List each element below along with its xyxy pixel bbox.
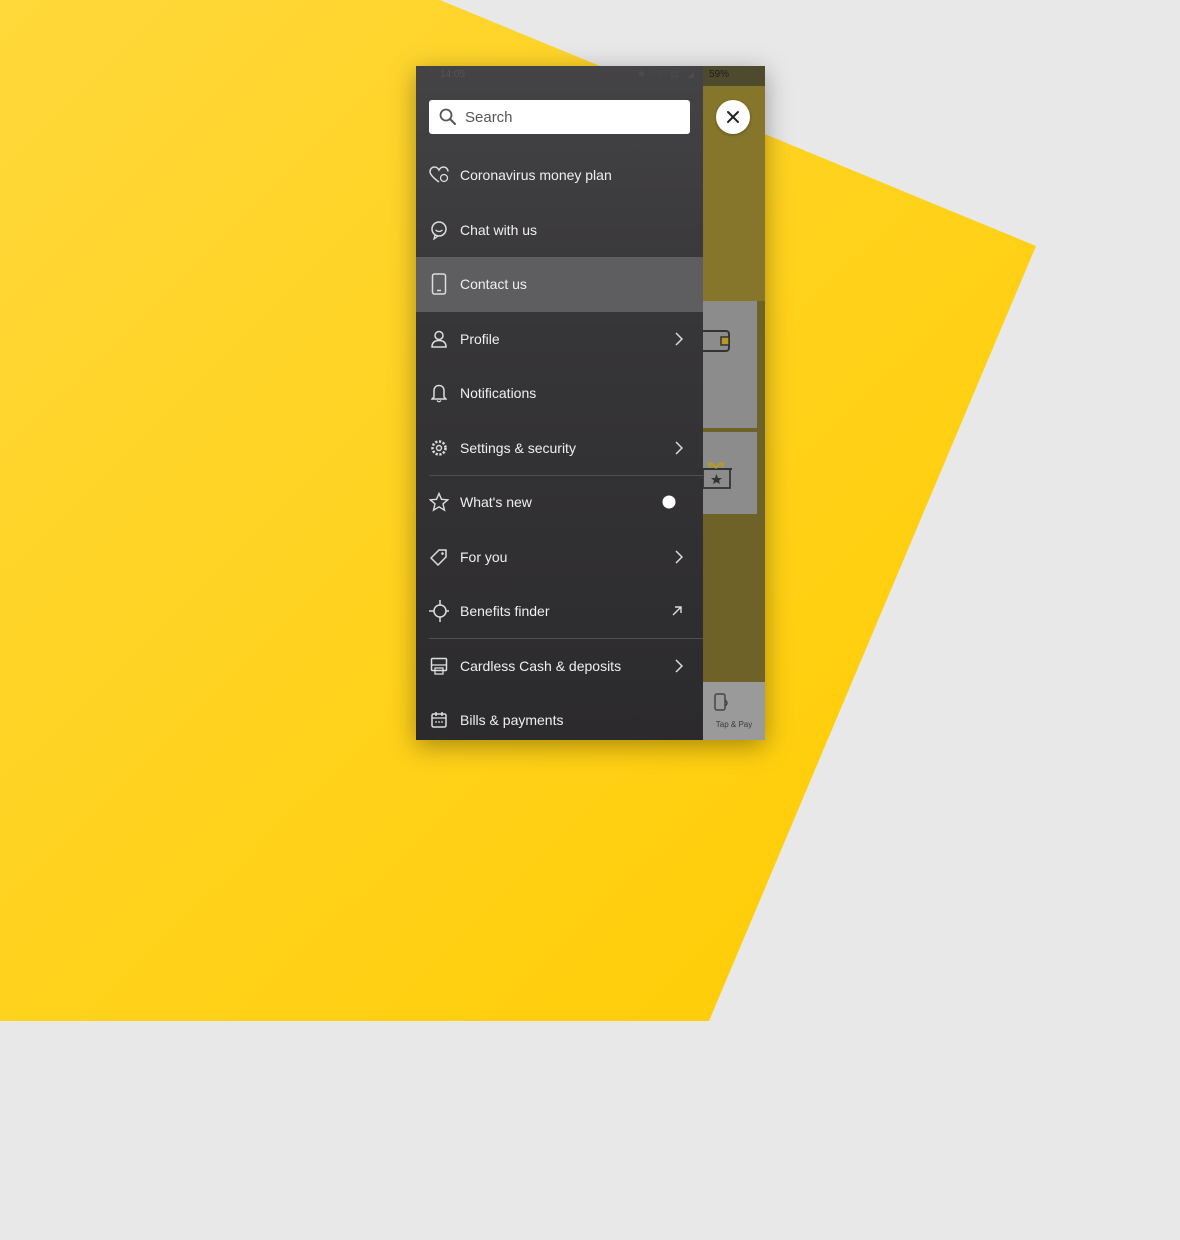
star-icon (429, 492, 449, 512)
chevron-right-icon (675, 550, 683, 564)
background-card-wallet (703, 301, 757, 428)
wallet-icon (703, 330, 730, 352)
tag-icon (429, 547, 449, 567)
chevron-right-icon (675, 441, 683, 455)
status-time: 14:05 (440, 69, 466, 80)
menu-item-label: Cardless Cash & deposits (460, 657, 622, 674)
phone-screen: 59% Tap & Pay 14:05 ✱ ◠ ▤ ◢ Search Coron… (416, 66, 765, 740)
tap-pay-label: Tap & Pay (715, 720, 753, 729)
chat-bubble-icon (429, 220, 449, 240)
menu-item-label: Benefits finder (460, 603, 550, 620)
status-bar: 14:05 ✱ ◠ ▤ ◢ (416, 66, 703, 86)
external-arrow-icon (671, 605, 683, 617)
search-input[interactable]: Search (429, 100, 690, 134)
chevron-right-icon (675, 332, 683, 346)
person-icon (429, 329, 449, 349)
gift-icon (703, 462, 732, 489)
tap-pay-icon (714, 693, 728, 711)
unread-dot (662, 495, 676, 509)
menu-item-bills-payments[interactable]: Bills & payments (416, 693, 703, 740)
phone-icon (429, 273, 449, 295)
status-icons: ✱ ◠ ▤ ◢ (637, 69, 697, 79)
search-placeholder: Search (465, 108, 513, 126)
menu-item-cardless-cash-deposits[interactable]: Cardless Cash & deposits (416, 639, 703, 694)
chevron-right-icon (675, 659, 683, 673)
gear-icon (429, 438, 449, 458)
crosshair-icon (429, 600, 449, 623)
menu-item-label: Profile (460, 330, 500, 347)
battery-level: 59% (709, 69, 730, 80)
menu-item-settings-security[interactable]: Settings & security (416, 421, 703, 476)
menu-item-label: Notifications (460, 385, 537, 402)
menu-item-for-you[interactable]: For you (416, 530, 703, 585)
menu-item-label: Coronavirus money plan (460, 167, 612, 184)
search-icon (439, 108, 456, 125)
background-tab-bar (703, 682, 765, 740)
background-card-gift (703, 432, 757, 514)
menu-item-label: What's new (460, 494, 532, 511)
menu-item-whats-new[interactable]: What's new (416, 475, 703, 530)
menu-item-label: Contact us (460, 276, 527, 293)
menu-item-contact-us[interactable]: Contact us (416, 257, 703, 312)
heart-icon (429, 165, 449, 185)
background-status-strip: 59% (703, 66, 765, 86)
calendar-icon (429, 710, 449, 730)
background-app: 59% Tap & Pay (703, 66, 765, 740)
menu-item-coronavirus-money-plan[interactable]: Coronavirus money plan (416, 148, 703, 203)
close-icon (727, 111, 739, 123)
drawer-menu: Coronavirus money plan Chat with us Cont… (416, 148, 703, 740)
menu-item-label: For you (460, 548, 508, 565)
bell-icon (429, 383, 449, 403)
close-menu-button[interactable] (716, 100, 750, 134)
menu-item-label: Bills & payments (460, 712, 564, 729)
navigation-drawer: 14:05 ✱ ◠ ▤ ◢ Search Coronavirus money p… (416, 66, 703, 740)
menu-item-profile[interactable]: Profile (416, 312, 703, 367)
menu-item-label: Settings & security (460, 439, 576, 456)
menu-item-label: Chat with us (460, 221, 538, 238)
menu-item-notifications[interactable]: Notifications (416, 366, 703, 421)
menu-item-benefits-finder[interactable]: Benefits finder (416, 584, 703, 639)
atm-icon (429, 656, 449, 676)
menu-item-chat-with-us[interactable]: Chat with us (416, 203, 703, 258)
